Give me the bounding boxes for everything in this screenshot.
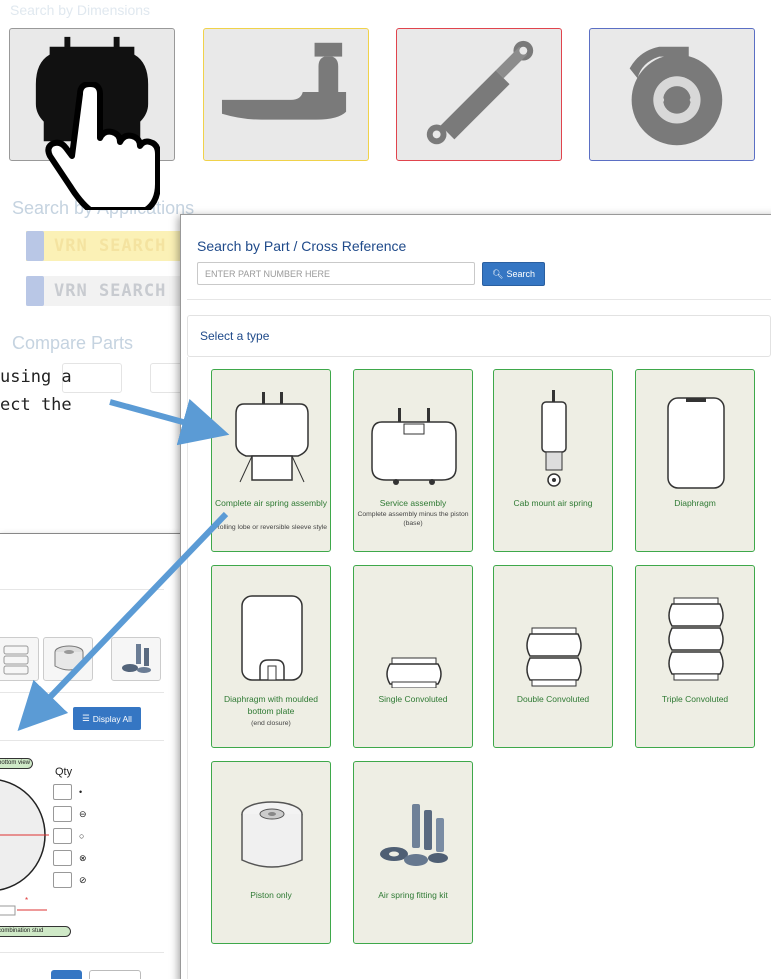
qty-input-4[interactable] <box>53 850 72 866</box>
display-all-label: Display All <box>92 713 132 724</box>
type-card-service-assembly[interactable]: Service assembly Complete assembly minus… <box>353 369 473 552</box>
list-icon: ☰ <box>82 713 90 723</box>
ribs-icon <box>3 645 29 675</box>
single-convoluted-icon <box>386 657 442 688</box>
type-label: Double Convoluted <box>516 694 590 704</box>
variant-thumb-ribs[interactable] <box>0 637 39 681</box>
type-card-complete-assembly[interactable]: Complete air spring assembly Rolling lob… <box>211 369 331 552</box>
display-all-button[interactable]: ☰ Display All <box>73 707 141 730</box>
symbol-cross-circle: ⊗ <box>79 853 87 863</box>
type-card-double-convoluted[interactable]: Double Convoluted <box>493 565 613 748</box>
symbol-circle: ○ <box>79 831 85 841</box>
symbol-minus-circle: ⊖ <box>79 809 87 819</box>
type-sublabel: (end closure) <box>251 720 291 727</box>
hand-pointer-icon <box>45 82 160 210</box>
fitting-kit-icon <box>380 804 448 866</box>
qty-input-3[interactable] <box>53 828 72 844</box>
diaphragm-bottom-plate-icon <box>241 595 303 681</box>
svg-text:*: * <box>25 896 28 905</box>
flag-icon <box>26 276 44 306</box>
service-assembly-icon <box>371 408 457 485</box>
qty-label: Qty <box>55 766 73 778</box>
select-type-label: Select a type <box>200 329 270 343</box>
type-label: Air spring fitting kit <box>378 890 448 900</box>
search-icon: 🔍︎ <box>492 268 504 279</box>
category-brake-disc-tile[interactable] <box>589 28 755 161</box>
vrn-button-label: VRN SEARCH <box>54 281 167 301</box>
vrn-button-label: VRN SEARCH <box>54 236 167 256</box>
divider <box>0 740 164 741</box>
divider <box>0 589 164 590</box>
type-card-diaphragm-bottom-plate[interactable]: Diaphragm with moulded bottom plate (end… <box>211 565 331 748</box>
category-ball-joint-tile[interactable] <box>203 28 369 161</box>
type-card-piston[interactable]: Piston only <box>211 761 331 944</box>
qty-input-5[interactable] <box>53 872 72 888</box>
type-card-diaphragm[interactable]: Diaphragm <box>635 369 755 552</box>
qty-input-1[interactable] <box>53 784 72 800</box>
screenshot-root: Search by Dimensions Search by App <box>0 0 771 979</box>
divider <box>187 299 771 300</box>
type-label: Complete air spring assembly <box>215 498 327 508</box>
type-card-triple-convoluted[interactable]: Triple Convoluted <box>635 565 755 748</box>
panel-title: Search by Part / Cross Reference <box>197 238 407 254</box>
shock-absorber-icon <box>426 40 534 145</box>
part-detail-window: ☰ Display All bottom view * combination … <box>0 533 188 979</box>
variant-thumb-piston[interactable] <box>43 637 93 681</box>
symbol-slash-circle: ⊘ <box>79 875 87 885</box>
reset-button[interactable] <box>89 970 141 979</box>
fittings-icon <box>122 644 151 673</box>
vrn-search-button-gb[interactable]: VRN SEARCH <box>26 231 186 261</box>
ball-joint-icon <box>221 42 347 120</box>
dimensions-heading: Search by Dimensions <box>10 2 151 18</box>
cab-mount-icon <box>541 390 567 487</box>
part-search-panel: Search by Part / Cross Reference 🔍︎ Sear… <box>180 214 771 979</box>
type-label: Single Convoluted <box>378 694 448 704</box>
type-label: Diaphragm with moulded bottom plate <box>223 694 319 716</box>
type-label: Service assembly <box>379 498 447 508</box>
search-button[interactable]: 🔍︎ Search <box>482 262 545 286</box>
vrn-search-button-irl[interactable]: VRN SEARCH <box>26 276 186 306</box>
type-card-fitting-kit[interactable]: Air spring fitting kit <box>353 761 473 944</box>
type-card-cab-mount[interactable]: Cab mount air spring <box>493 369 613 552</box>
type-sublabel: Rolling lobe or reversible sleeve style <box>214 524 328 531</box>
view-pill: bottom view <box>0 758 33 769</box>
type-label: Triple Convoluted <box>661 694 729 704</box>
piston-icon <box>54 645 84 671</box>
compare-heading: Compare Parts <box>12 333 134 353</box>
variant-thumb-fittings[interactable] <box>111 637 161 681</box>
flag-icon <box>26 231 44 261</box>
piston-icon <box>241 801 303 868</box>
stud-pill: combination stud <box>0 926 71 937</box>
divider <box>0 952 164 953</box>
type-sublabel: Complete assembly minus the piston (base… <box>357 511 469 527</box>
brake-disc-icon <box>629 46 723 146</box>
double-convoluted-icon <box>526 627 582 687</box>
category-shock-absorber-tile[interactable] <box>396 28 562 161</box>
select-type-header <box>187 315 771 357</box>
part-number-input[interactable] <box>197 262 475 285</box>
diagram-bottom-view: * <box>0 779 49 916</box>
triple-convoluted-icon <box>668 597 724 681</box>
intro-text: using a ect the <box>0 367 72 415</box>
type-label: Diaphragm <box>674 498 716 508</box>
symbol-dot: • <box>79 787 83 797</box>
submit-button[interactable] <box>51 970 82 979</box>
type-card-single-convoluted[interactable]: Single Convoluted <box>353 565 473 748</box>
divider <box>0 692 164 693</box>
diaphragm-icon <box>667 397 725 489</box>
complete-assembly-icon <box>235 392 309 483</box>
type-label: Piston only <box>250 890 292 900</box>
qty-input-2[interactable] <box>53 806 72 822</box>
search-button-label: Search <box>506 269 535 279</box>
type-label: Cab mount air spring <box>513 498 593 508</box>
